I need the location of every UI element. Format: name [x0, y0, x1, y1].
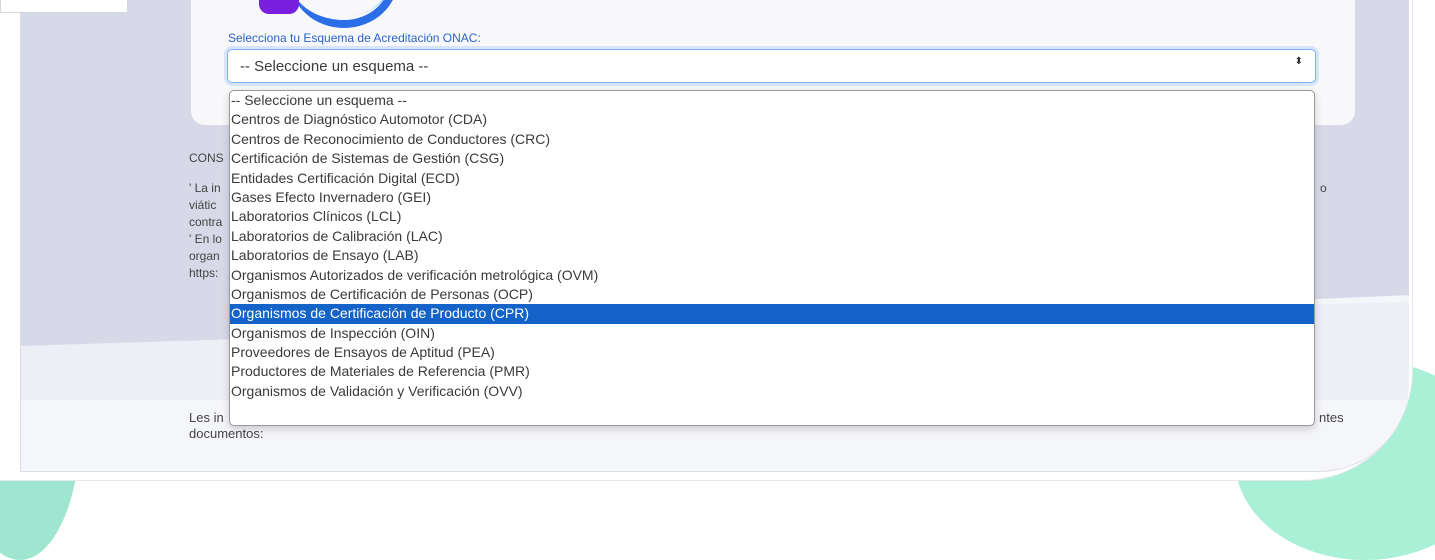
scheme-select[interactable]: -- Seleccione un esquema -- ⬍ — [227, 49, 1316, 83]
dropdown-option[interactable]: Laboratorios de Calibración (LAC) — [230, 227, 1314, 246]
dropdown-option[interactable]: Gases Efecto Invernadero (GEI) — [230, 188, 1314, 207]
link-fragment: https: — [189, 266, 219, 280]
paragraph-fragment: o — [1320, 181, 1327, 195]
dropdown-option[interactable]: Laboratorios Clínicos (LCL) — [230, 207, 1314, 226]
dropdown-option[interactable]: -- Seleccione un esquema -- — [230, 91, 1314, 110]
scheme-dropdown-list[interactable]: -- Seleccione un esquema -- Centros de D… — [229, 90, 1315, 426]
dropdown-option[interactable]: Organismos de Inspección (OIN) — [230, 324, 1314, 343]
dropdown-option-highlighted[interactable]: Organismos de Certificación de Producto … — [230, 304, 1314, 324]
dropdown-option[interactable]: Certificación de Sistemas de Gestión (CS… — [230, 149, 1314, 168]
dropdown-option[interactable]: Organismos de Validación y Verificación … — [230, 382, 1314, 401]
paragraph-fragment: contra — [189, 215, 223, 229]
dropdown-option[interactable]: Organismos Autorizados de verificación m… — [230, 266, 1314, 285]
consideraciones-heading: CONS — [189, 151, 224, 165]
paragraph-fragment: Les in — [189, 410, 224, 425]
dropdown-option[interactable]: Centros de Diagnóstico Automotor (CDA) — [230, 110, 1314, 129]
paragraph-fragment: ntes — [1319, 410, 1344, 425]
dropdown-option[interactable]: Entidades Certificación Digital (ECD) — [230, 169, 1314, 188]
paragraph-fragment: ' La in — [189, 181, 221, 195]
dropdown-option[interactable]: Proveedores de Ensayos de Aptitud (PEA) — [230, 343, 1314, 362]
dropdown-option[interactable]: Productores de Materiales de Referencia … — [230, 362, 1314, 381]
scheme-field-label: Selecciona tu Esquema de Acreditación ON… — [228, 31, 481, 45]
paragraph-fragment: documentos: — [189, 426, 264, 441]
dropdown-option[interactable]: Organismos de Certificación de Personas … — [230, 285, 1314, 304]
scheme-select-value: -- Seleccione un esquema -- — [240, 58, 429, 75]
paragraph-fragment: ' En lo — [189, 232, 222, 246]
dropdown-option[interactable]: Laboratorios de Ensayo (LAB) — [230, 246, 1314, 265]
header-tab — [0, 0, 128, 13]
paragraph-fragment: organ — [189, 249, 220, 263]
dropdown-option[interactable]: Centros de Reconocimiento de Conductores… — [230, 130, 1314, 149]
paragraph-fragment: viátic — [189, 198, 217, 212]
logo-badge-icon — [259, 0, 299, 14]
select-updown-icon: ⬍ — [1294, 56, 1303, 67]
